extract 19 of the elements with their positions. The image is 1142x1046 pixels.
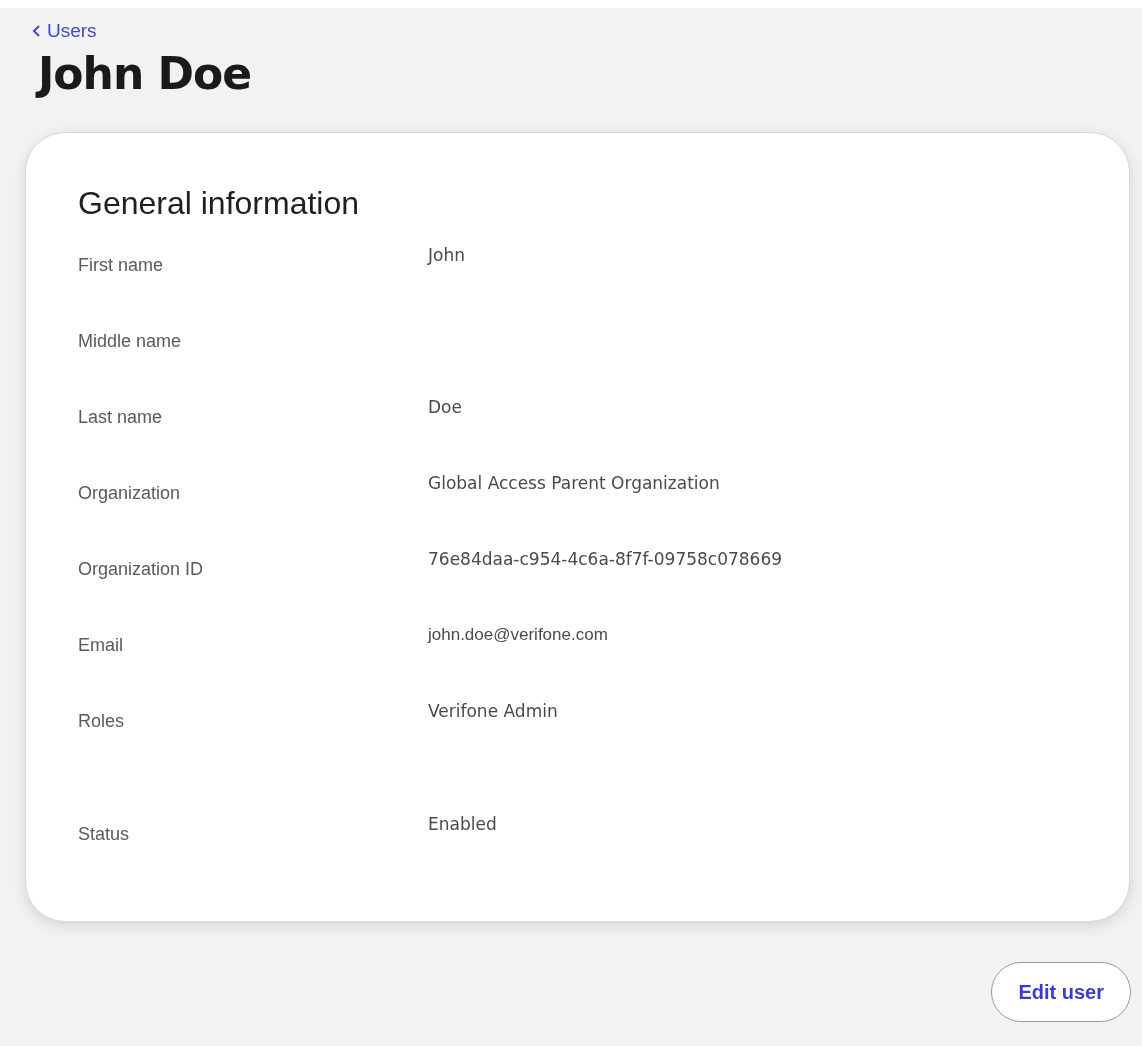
field-label: Last name	[78, 407, 163, 427]
field-value: Enabled	[428, 813, 497, 836]
field-label: Middle name	[78, 331, 182, 351]
field-value: Global Access Parent Organization	[428, 472, 720, 495]
field-label: Organization ID	[78, 559, 204, 579]
field-label: Roles	[78, 711, 125, 731]
card-title: General information	[78, 184, 360, 223]
field-value: Verifone Admin	[428, 700, 558, 723]
field-value: john.doe@verifone.com	[428, 624, 608, 646]
chevron-left-icon	[32, 24, 41, 38]
edit-button[interactable]: Edit user	[991, 962, 1131, 1022]
field-value: 76e84daa-c954-4c6a-8f7f-09758c078669	[428, 548, 783, 571]
field-label: Organization	[78, 483, 181, 503]
field-value: John	[428, 244, 465, 267]
field-label: Email	[78, 635, 123, 655]
field-label: First name	[78, 255, 164, 275]
field-value: Doe	[428, 396, 462, 419]
field-label: Status	[78, 824, 130, 844]
back-link[interactable]: Users	[32, 20, 97, 42]
